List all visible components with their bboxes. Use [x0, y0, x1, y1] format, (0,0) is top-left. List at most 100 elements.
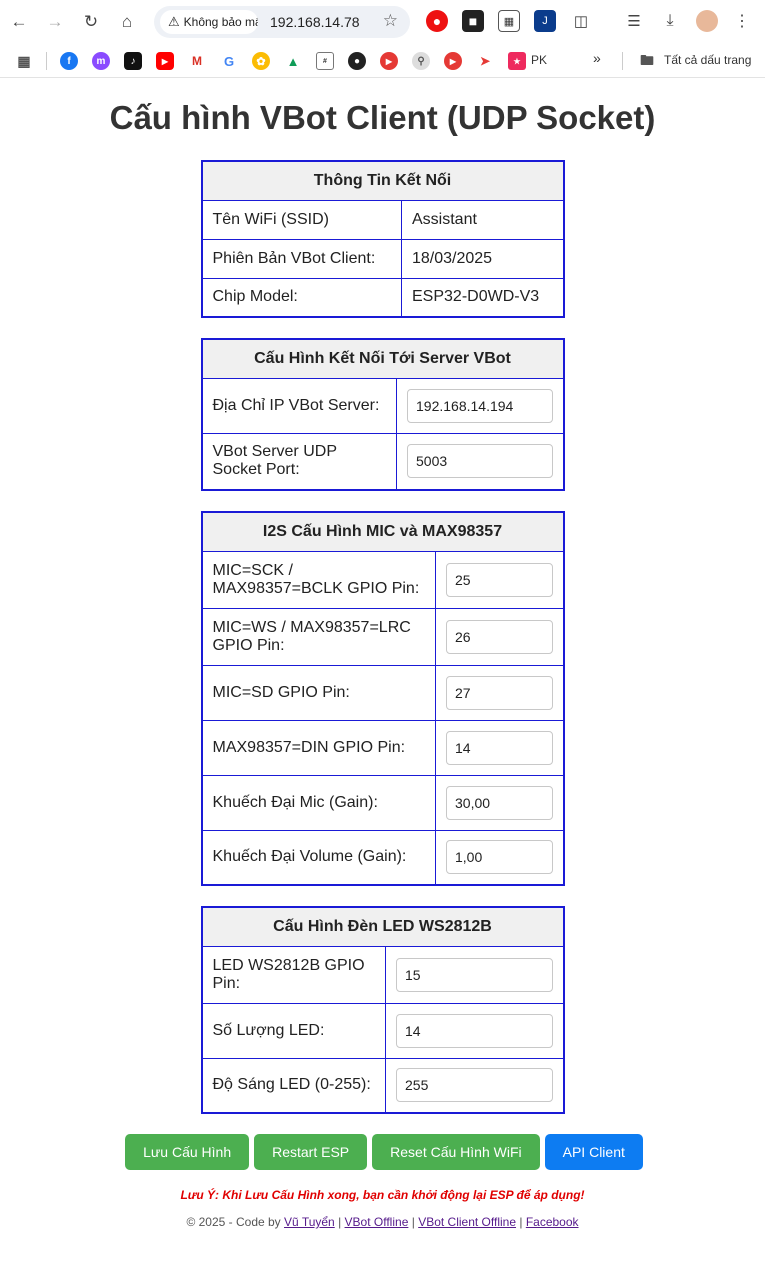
author-link[interactable]: Vũ Tuyển: [284, 1215, 335, 1229]
extensions-puzzle-icon[interactable]: ◫: [570, 10, 592, 32]
connection-info-header: Thông Tin Kết Nối: [201, 160, 564, 201]
mic-gain-input[interactable]: [446, 785, 553, 820]
led-pin-label: LED WS2812B GPIO Pin:: [201, 945, 386, 1004]
profile-avatar-icon[interactable]: [696, 10, 718, 32]
i2s-config-header: I2S Cấu Hình MIC và MAX98357: [201, 511, 564, 552]
security-chip[interactable]: ⚠ Không bảo mật: [160, 10, 258, 34]
home-icon[interactable]: ⌂: [115, 10, 139, 34]
extension-icon[interactable]: ■: [462, 10, 484, 32]
vbot-offline-link[interactable]: VBot Offline: [345, 1215, 409, 1229]
calendar-bookmark-icon[interactable]: #: [316, 52, 334, 70]
reset-wifi-button[interactable]: Reset Cấu Hình WiFi: [372, 1134, 540, 1170]
footer-separator: |: [519, 1215, 523, 1229]
all-bookmarks[interactable]: Tất cả dấu trang: [664, 53, 751, 67]
table-row: Khuếch Đại Mic (Gain):: [201, 774, 564, 831]
media-queue-icon[interactable]: ☰: [623, 10, 645, 32]
bookmark-pk[interactable]: PK: [531, 53, 547, 67]
table-row: Số Lượng LED:: [201, 1002, 564, 1059]
shop-bookmark-icon[interactable]: ★: [508, 52, 526, 70]
server-ip-input[interactable]: [407, 388, 553, 423]
google-bookmark-icon[interactable]: G: [220, 52, 238, 70]
jira-extension-icon[interactable]: J: [534, 10, 556, 32]
ssid-value: Assistant: [401, 199, 564, 240]
video-bookmark-icon[interactable]: ▶: [444, 52, 462, 70]
warning-icon: ⚠: [168, 14, 180, 29]
messenger-bookmark-icon[interactable]: m: [92, 52, 110, 70]
youtube-bookmark-icon[interactable]: ▶: [156, 52, 174, 70]
browser-toolbar: ← → ↻ ⌂ ⚠ Không bảo mật 192.168.14.78 ☆ …: [0, 0, 765, 44]
ws-pin-label: MIC=WS / MAX98357=LRC GPIO Pin:: [201, 607, 436, 666]
bookmarks-bar: ▦ f m ♪ ▶ M G ✿ ▲ # ● ▶ ⚲ ▶ ➤ ★ PK » 🖿 T…: [0, 44, 765, 78]
github-bookmark-icon[interactable]: ●: [348, 52, 366, 70]
table-row: Độ Sáng LED (0-255):: [201, 1057, 564, 1114]
table-row: MIC=SD GPIO Pin:: [201, 664, 564, 721]
sd-pin-label: MIC=SD GPIO Pin:: [201, 664, 436, 721]
media-bookmark-icon[interactable]: ➤: [476, 52, 494, 70]
table-row: Chip Model: ESP32-D0WD-V3: [201, 277, 564, 318]
table-row: MAX98357=DIN GPIO Pin:: [201, 719, 564, 776]
ws-pin-input[interactable]: [446, 619, 553, 654]
drive-bookmark-icon[interactable]: ▲: [284, 52, 302, 70]
volume-gain-input[interactable]: [446, 840, 553, 875]
mic-gain-label: Khuếch Đại Mic (Gain):: [201, 774, 436, 831]
url-text[interactable]: 192.168.14.78: [270, 14, 360, 30]
footer-separator: |: [411, 1215, 415, 1229]
adblock-extension-icon[interactable]: ●: [426, 10, 448, 32]
bookmark-divider: [622, 52, 623, 70]
restart-esp-button[interactable]: Restart ESP: [254, 1134, 368, 1170]
table-row: VBot Server UDP Socket Port:: [201, 432, 564, 491]
server-config-header: Cấu Hình Kết Nối Tới Server VBot: [201, 338, 564, 379]
table-row: Địa Chỉ IP VBot Server:: [201, 377, 564, 434]
gmail-bookmark-icon[interactable]: M: [188, 52, 206, 70]
i2s-config-table: I2S Cấu Hình MIC và MAX98357 MIC=SCK / M…: [200, 511, 565, 886]
table-row: MIC=SCK / MAX98357=BCLK GPIO Pin:: [201, 550, 564, 609]
server-ip-label: Địa Chỉ IP VBot Server:: [201, 377, 397, 434]
qr-extension-icon[interactable]: ▦: [498, 10, 520, 32]
folder-icon: 🖿: [640, 52, 654, 68]
save-config-button[interactable]: Lưu Cấu Hình: [125, 1134, 250, 1170]
sd-pin-input[interactable]: [446, 675, 553, 710]
table-row: MIC=WS / MAX98357=LRC GPIO Pin:: [201, 607, 564, 666]
ssid-label: Tên WiFi (SSID): [201, 199, 402, 240]
page-title: Cấu hình VBot Client (UDP Socket): [109, 99, 656, 136]
chip-model-value: ESP32-D0WD-V3: [401, 277, 564, 318]
vbot-client-offline-link[interactable]: VBot Client Offline: [418, 1215, 516, 1229]
led-count-label: Số Lượng LED:: [201, 1002, 386, 1059]
tiktok-bookmark-icon[interactable]: ♪: [124, 52, 142, 70]
server-port-input[interactable]: [407, 444, 553, 479]
led-brightness-label: Độ Sáng LED (0-255):: [201, 1057, 386, 1114]
din-pin-input[interactable]: [446, 730, 553, 765]
play-bookmark-icon[interactable]: ▶: [380, 52, 398, 70]
more-bookmarks-icon[interactable]: »: [593, 50, 601, 66]
back-icon[interactable]: ←: [7, 10, 31, 34]
table-row: Phiên Bản VBot Client: 18/03/2025: [201, 238, 564, 279]
reload-icon[interactable]: ↻: [79, 10, 103, 34]
led-pin-input[interactable]: [396, 957, 553, 992]
download-icon[interactable]: ⤓: [659, 10, 681, 32]
table-row: Khuếch Đại Volume (Gain):: [201, 829, 564, 886]
server-config-table: Cấu Hình Kết Nối Tới Server VBot Địa Chỉ…: [200, 338, 565, 491]
forward-icon[interactable]: →: [43, 10, 67, 34]
table-row: LED WS2812B GPIO Pin:: [201, 945, 564, 1004]
search-bookmark-icon[interactable]: ⚲: [412, 52, 430, 70]
photos-bookmark-icon[interactable]: ✿: [252, 52, 270, 70]
led-config-header: Cấu Hình Đèn LED WS2812B: [201, 906, 564, 947]
led-brightness-input[interactable]: [396, 1068, 553, 1103]
chip-model-label: Chip Model:: [201, 277, 402, 318]
apps-grid-icon[interactable]: ▦: [15, 52, 33, 70]
api-client-button[interactable]: API Client: [544, 1134, 643, 1170]
bookmark-star-icon[interactable]: ☆: [383, 11, 398, 31]
connection-info-table: Thông Tin Kết Nối Tên WiFi (SSID) Assist…: [200, 160, 565, 318]
facebook-link[interactable]: Facebook: [526, 1215, 579, 1229]
volume-gain-label: Khuếch Đại Volume (Gain):: [201, 829, 436, 886]
footer-separator: |: [338, 1215, 342, 1229]
led-count-input[interactable]: [396, 1013, 553, 1048]
menu-kebab-icon[interactable]: ⋮: [731, 10, 753, 32]
facebook-bookmark-icon[interactable]: f: [60, 52, 78, 70]
save-note: Lưu Ý: Khi Lưu Cấu Hình xong, bạn cần kh…: [180, 1188, 585, 1202]
sck-pin-label: MIC=SCK / MAX98357=BCLK GPIO Pin:: [201, 550, 436, 609]
din-pin-label: MAX98357=DIN GPIO Pin:: [201, 719, 436, 776]
server-port-label: VBot Server UDP Socket Port:: [201, 432, 397, 491]
sck-pin-input[interactable]: [446, 562, 553, 597]
address-bar[interactable]: ⚠ Không bảo mật 192.168.14.78 ☆: [154, 6, 410, 38]
